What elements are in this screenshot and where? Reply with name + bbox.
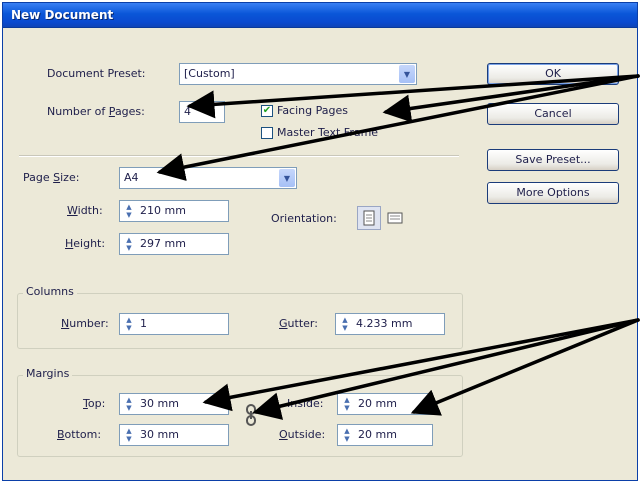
page-size-value: A4	[124, 171, 139, 184]
new-document-dialog: New Document Document Preset: [Custom] ▼…	[2, 2, 638, 481]
facing-pages-label: Facing Pages	[277, 104, 348, 117]
width-value: 210 mm	[140, 204, 186, 217]
number-of-pages-label: Number of Pages:	[47, 105, 145, 118]
save-preset-button[interactable]: Save Preset...	[487, 149, 619, 171]
spinner-arrows-icon[interactable]: ▲ ▼	[341, 427, 353, 443]
portrait-page-icon	[363, 210, 375, 226]
margins-group-label: Margins	[23, 367, 73, 380]
gutter-value: 4.233 mm	[356, 317, 413, 330]
cancel-button[interactable]: Cancel	[487, 103, 619, 125]
margin-inside-label: Inside:	[287, 397, 324, 410]
width-input[interactable]: ▲ ▼ 210 mm	[119, 200, 229, 222]
more-options-button[interactable]: More Options	[487, 182, 619, 204]
height-label: Height:	[65, 237, 106, 250]
spinner-arrows-icon[interactable]: ▲ ▼	[123, 236, 135, 252]
chain-link-icon[interactable]	[244, 404, 258, 426]
separator	[19, 155, 459, 157]
margin-outside-label: Outside:	[279, 428, 326, 441]
margin-outside-input[interactable]: ▲ ▼ 20 mm	[337, 424, 433, 446]
checkmark-icon: ✔	[262, 105, 272, 116]
margin-top-value: 30 mm	[140, 397, 179, 410]
document-preset-label: Document Preset:	[47, 67, 146, 80]
column-number-input[interactable]: ▲ ▼ 1	[119, 313, 229, 335]
document-preset-value: [Custom]	[184, 67, 235, 80]
spinner-arrows-icon[interactable]: ▲ ▼	[339, 316, 351, 332]
column-number-label: Number:	[61, 317, 109, 330]
margin-inside-input[interactable]: ▲ ▼ 20 mm	[337, 393, 433, 415]
spinner-arrows-icon[interactable]: ▲ ▼	[123, 203, 135, 219]
height-value: 297 mm	[140, 237, 186, 250]
title-bar[interactable]: New Document	[3, 3, 637, 28]
landscape-page-icon	[387, 212, 403, 224]
margin-inside-value: 20 mm	[358, 397, 397, 410]
margin-top-input[interactable]: ▲ ▼ 30 mm	[119, 393, 229, 415]
ok-button[interactable]: OK	[487, 63, 619, 85]
column-number-value: 1	[140, 317, 147, 330]
orientation-label: Orientation:	[271, 212, 337, 225]
spinner-arrows-icon[interactable]: ▲ ▼	[123, 316, 135, 332]
margin-bottom-input[interactable]: ▲ ▼ 30 mm	[119, 424, 229, 446]
spinner-arrows-icon[interactable]: ▲ ▼	[123, 427, 135, 443]
columns-group-label: Columns	[23, 285, 77, 298]
margin-bottom-value: 30 mm	[140, 428, 179, 441]
margin-bottom-label: Bottom:	[57, 428, 102, 441]
spinner-arrows-icon[interactable]: ▲ ▼	[341, 396, 353, 412]
gutter-input[interactable]: ▲ ▼ 4.233 mm	[335, 313, 445, 335]
page-size-dropdown[interactable]: A4 ▼	[119, 167, 297, 189]
margin-top-label: Top:	[83, 397, 106, 410]
page-size-label: Page Size:	[23, 171, 80, 184]
margin-outside-value: 20 mm	[358, 428, 397, 441]
chevron-down-icon[interactable]: ▼	[279, 169, 295, 187]
gutter-label: Gutter:	[279, 317, 318, 330]
chevron-down-icon[interactable]: ▼	[399, 65, 415, 83]
window-title: New Document	[11, 8, 114, 22]
number-of-pages-input[interactable]: 4	[179, 101, 225, 123]
landscape-orientation-button[interactable]	[383, 206, 407, 230]
document-preset-dropdown[interactable]: [Custom] ▼	[179, 63, 417, 85]
master-text-frame-label: Master Text Frame	[277, 126, 379, 139]
master-text-frame-checkbox[interactable]	[261, 127, 273, 139]
height-input[interactable]: ▲ ▼ 297 mm	[119, 233, 229, 255]
spinner-arrows-icon[interactable]: ▲ ▼	[123, 396, 135, 412]
facing-pages-checkbox[interactable]: ✔	[261, 105, 273, 117]
width-label: Width:	[67, 204, 103, 217]
portrait-orientation-button[interactable]	[357, 206, 381, 230]
